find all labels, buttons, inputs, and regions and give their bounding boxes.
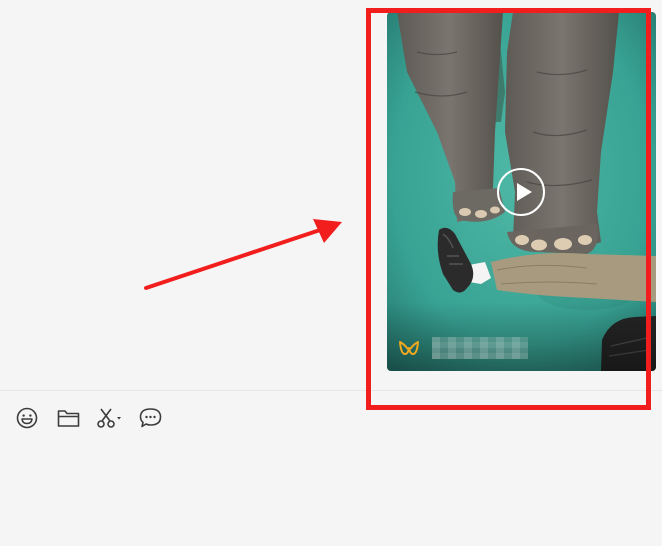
play-icon: [517, 183, 532, 201]
screenshot-button[interactable]: [96, 405, 122, 431]
message-composer[interactable]: [0, 391, 662, 546]
folder-icon: [57, 410, 79, 427]
smiley-face-icon: [16, 407, 38, 429]
speech-bubble-icon: [139, 408, 161, 428]
play-button[interactable]: [497, 168, 545, 216]
chat-history-button[interactable]: [137, 405, 163, 431]
composer-toolbar: [14, 405, 178, 431]
video-source-name: [432, 337, 528, 359]
channel-logo-icon: [399, 341, 419, 355]
chat-message-area: [0, 0, 662, 390]
send-file-button[interactable]: [55, 405, 81, 431]
scissors-icon: [97, 408, 121, 428]
video-message[interactable]: [387, 12, 656, 371]
emoji-button[interactable]: [14, 405, 40, 431]
